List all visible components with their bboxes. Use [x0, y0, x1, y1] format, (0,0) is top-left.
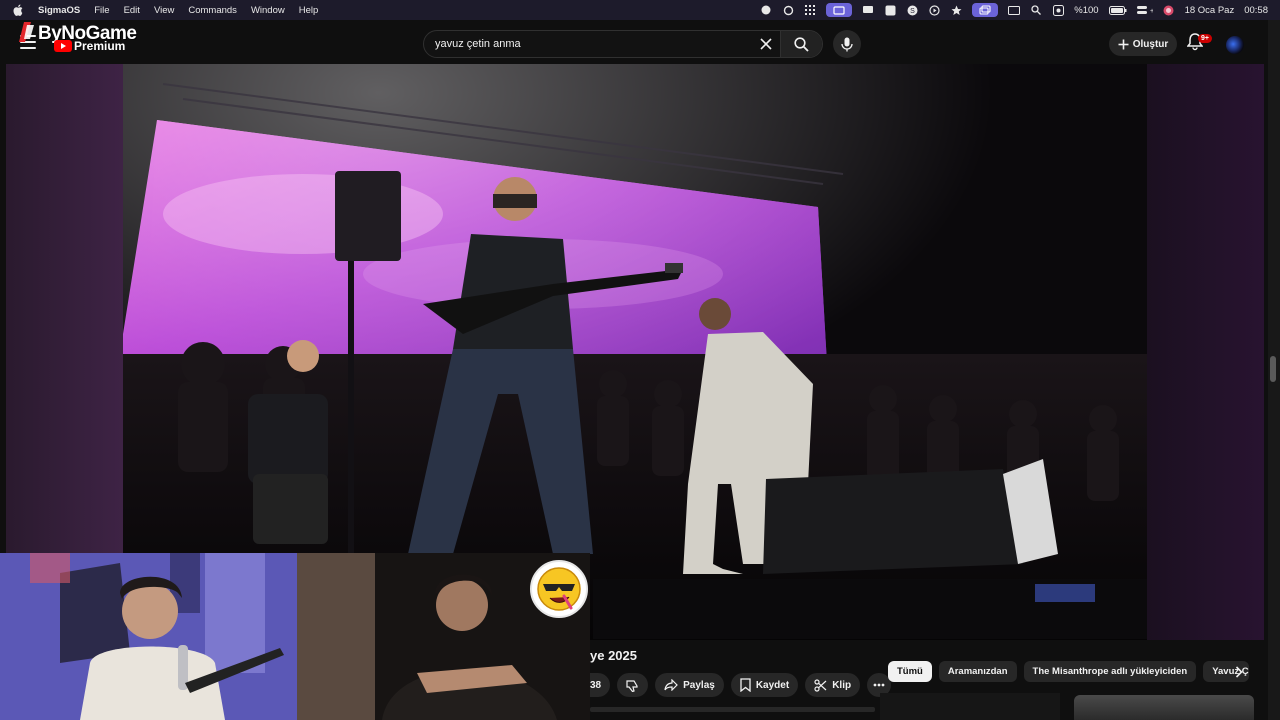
related-thumbnail[interactable] [1074, 695, 1254, 720]
menu-window[interactable]: Window [251, 5, 285, 16]
grid-icon[interactable] [804, 4, 816, 16]
related-thumbnail[interactable] [880, 693, 1060, 720]
svg-text:+: + [1150, 8, 1153, 15]
windows-icon[interactable] [972, 3, 999, 17]
bynogame-mark-icon [19, 22, 34, 42]
create-button[interactable]: Oluştur [1109, 32, 1177, 56]
skype-icon[interactable]: S [906, 4, 918, 16]
mic-icon [841, 37, 853, 51]
emoji-sticker-icon [530, 560, 588, 618]
save-label: Kaydet [755, 679, 790, 691]
settings-toggle-icon[interactable]: + [1136, 4, 1153, 16]
video-title: ye 2025 [590, 648, 637, 663]
search-icon [794, 36, 809, 52]
notification-badge: 9+ [1198, 34, 1212, 43]
plus-icon [1118, 39, 1129, 49]
scissors-icon [814, 678, 827, 692]
search-button[interactable] [780, 31, 822, 57]
menu-bar: SigmaOS File Edit View Commands Window H… [0, 0, 1280, 20]
like-count: 38 [590, 679, 602, 691]
menu-commands[interactable]: Commands [188, 5, 237, 16]
share-button[interactable]: Paylaş [655, 673, 724, 697]
share-label: Paylaş [683, 679, 715, 691]
voice-search-button[interactable] [833, 30, 861, 58]
youtube-header: ByNoGame Premium Oluştur 9+ [0, 20, 1280, 64]
siri-icon[interactable] [1163, 4, 1175, 16]
chevron-right-icon [1235, 665, 1243, 678]
menu-view[interactable]: View [154, 5, 174, 16]
clear-icon[interactable] [752, 30, 780, 58]
youtube-logo[interactable]: ByNoGame Premium [16, 21, 156, 61]
create-label: Oluştur [1132, 38, 1169, 50]
battery-percent: %100 [1074, 4, 1099, 16]
play-circle-icon[interactable] [928, 4, 940, 16]
clip-label: Klip [832, 679, 852, 691]
save-icon [740, 678, 751, 692]
control-center-icon[interactable] [1052, 4, 1064, 16]
status-circle-icon[interactable] [760, 4, 772, 16]
youtube-play-icon [54, 40, 72, 52]
chip-from-search[interactable]: Aramanızdan [938, 661, 1017, 682]
menubar-time: 00:58 [1244, 4, 1268, 16]
apple-icon[interactable] [12, 4, 24, 16]
menubar-date: 18 Oca Paz [1184, 4, 1235, 16]
chips-next-button[interactable] [1228, 661, 1250, 682]
svg-text:S: S [910, 8, 915, 15]
logo-premium: Premium [74, 39, 126, 53]
menu-file[interactable]: File [94, 5, 109, 16]
clip-button[interactable]: Klip [805, 673, 861, 697]
display-icon[interactable] [862, 4, 874, 16]
description-box-edge [590, 707, 875, 712]
chip-all[interactable]: Tümü [888, 661, 932, 682]
refresh-icon[interactable] [782, 4, 794, 16]
chip-uploader[interactable]: The Misanthrope adlı yükleyiciden [1023, 661, 1197, 682]
screen-share-icon[interactable] [826, 3, 853, 17]
spotlight-icon[interactable] [1030, 4, 1042, 16]
menu-edit[interactable]: Edit [124, 5, 140, 16]
more-icon [873, 683, 885, 687]
ambient-glow-right [1147, 64, 1264, 640]
dislike-button[interactable] [617, 673, 649, 697]
related-videos [880, 693, 1260, 720]
menu-help[interactable]: Help [299, 5, 319, 16]
stats-icon[interactable] [884, 4, 896, 16]
action-bar: 38 Paylaş Kaydet Klip [580, 673, 892, 697]
keyboard-icon[interactable] [1008, 4, 1021, 16]
dislike-icon [626, 679, 638, 692]
share-icon [664, 679, 678, 691]
battery-icon[interactable] [1108, 4, 1127, 16]
search-box[interactable] [423, 30, 823, 58]
webcam-overlay-left [0, 553, 297, 720]
star-icon[interactable] [950, 4, 962, 16]
scrollbar-thumb[interactable] [1270, 356, 1276, 382]
related-filter-chips: Tümü Aramanızdan The Misanthrope adlı yü… [888, 661, 1250, 682]
save-button[interactable]: Kaydet [730, 673, 799, 697]
search-input[interactable] [424, 31, 752, 57]
app-menu[interactable]: SigmaOS [38, 5, 80, 16]
avatar[interactable] [1226, 36, 1244, 54]
streamer-webcam-image [0, 553, 297, 720]
